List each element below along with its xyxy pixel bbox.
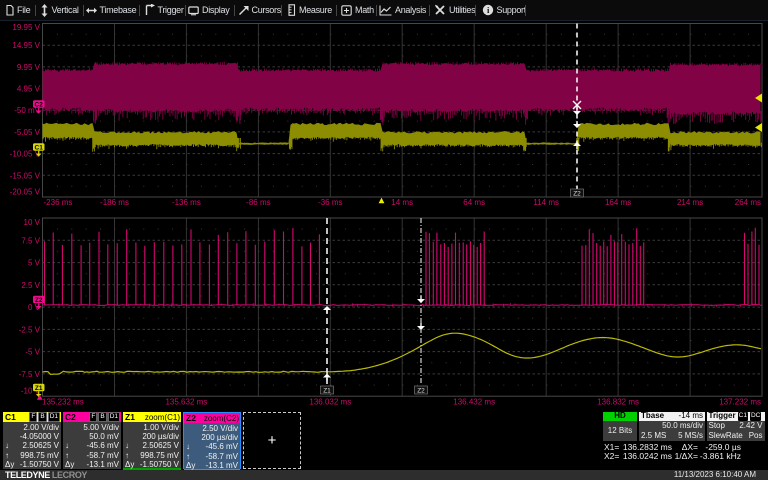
svg-text:C1: C1 (35, 144, 44, 151)
svg-text:-5 V: -5 V (25, 348, 40, 357)
svg-text:Z1: Z1 (35, 385, 43, 392)
svg-text:C2: C2 (35, 101, 44, 108)
svg-text:137.232 ms: 137.232 ms (719, 398, 761, 407)
svg-text:9.95 V: 9.95 V (17, 63, 41, 72)
svg-text:Z2: Z2 (35, 297, 43, 304)
svg-text:135.232 ms: 135.232 ms (42, 398, 84, 407)
svg-text:-5.05 V: -5.05 V (14, 128, 40, 137)
svg-text:64 ms: 64 ms (463, 198, 485, 207)
svg-text:7.5 V: 7.5 V (21, 236, 40, 245)
svg-text:114 ms: 114 ms (533, 198, 559, 207)
svg-text:-20.05 V: -20.05 V (10, 188, 41, 197)
svg-text:Z2: Z2 (417, 388, 425, 395)
svg-text:2.5 V: 2.5 V (21, 281, 40, 290)
svg-text:-86 ms: -86 ms (246, 198, 270, 207)
svg-text:4.95 V: 4.95 V (17, 85, 41, 94)
svg-text:-36 ms: -36 ms (318, 198, 342, 207)
svg-text:135.632 ms: 135.632 ms (165, 398, 207, 407)
svg-text:136.432 ms: 136.432 ms (453, 398, 495, 407)
svg-text:214 ms: 214 ms (677, 198, 703, 207)
svg-text:-136 ms: -136 ms (172, 198, 201, 207)
svg-text:-7.5 V: -7.5 V (19, 370, 41, 379)
svg-text:-2.5 V: -2.5 V (19, 325, 41, 334)
svg-text:Z2: Z2 (573, 191, 581, 198)
svg-text:14.95 V: 14.95 V (12, 41, 40, 50)
svg-text:14 ms: 14 ms (391, 198, 413, 207)
svg-text:5 V: 5 V (28, 259, 41, 268)
svg-text:136.832 ms: 136.832 ms (597, 398, 639, 407)
svg-text:Z1: Z1 (323, 388, 331, 395)
svg-text:10 V: 10 V (24, 218, 41, 227)
svg-text:264 ms: 264 ms (735, 198, 761, 207)
svg-text:-186 ms: -186 ms (100, 198, 129, 207)
svg-text:164 ms: 164 ms (605, 198, 631, 207)
svg-text:136.032 ms: 136.032 ms (309, 398, 351, 407)
svg-text:-236 ms: -236 ms (44, 198, 73, 207)
svg-text:-15.05 V: -15.05 V (10, 171, 41, 180)
svg-text:19.95 V: 19.95 V (12, 23, 40, 32)
